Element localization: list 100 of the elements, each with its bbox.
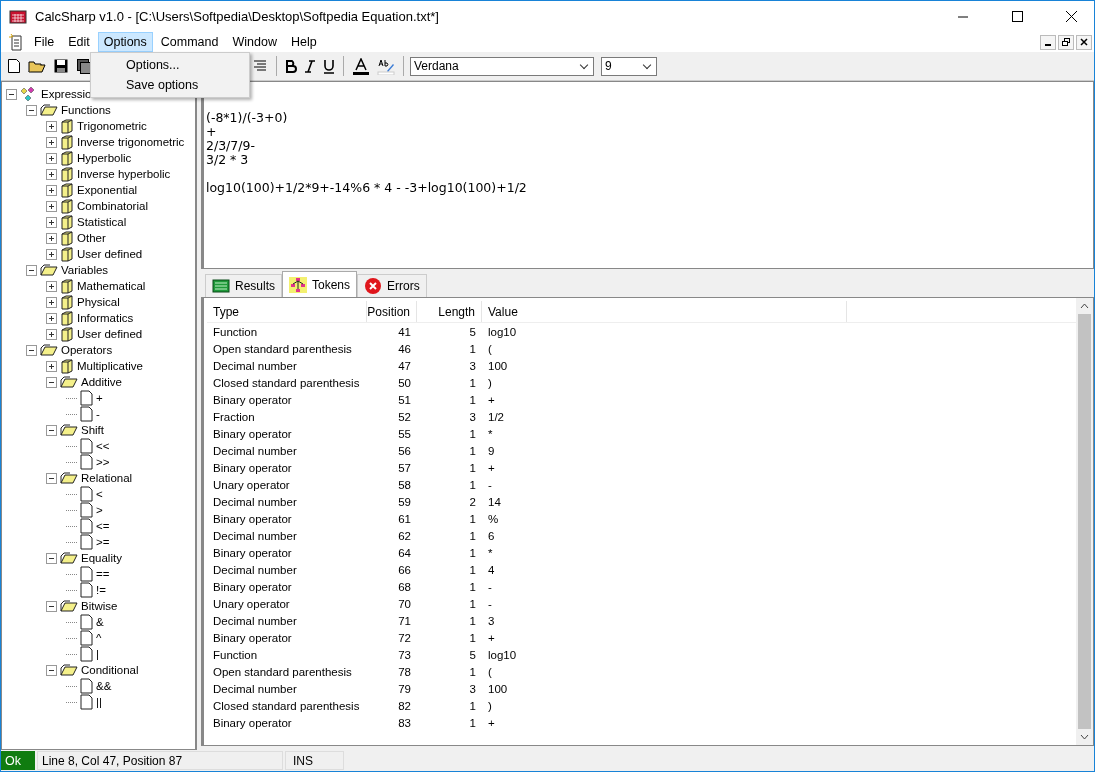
collapse-toggle[interactable] [26, 264, 37, 276]
editor-text[interactable]: (-8*1)/(-3+0) + 2/3/7/9- 3/2 * 3 log10(100)+1/2*9+-14%6 * 4 - -3+log10(100)+1/2 [201, 81, 1094, 269]
tree-item[interactable]: < [96, 488, 103, 500]
close-button[interactable] [1076, 34, 1092, 50]
tree-item[interactable]: Multiplicative [77, 360, 143, 372]
expand-toggle[interactable] [46, 232, 57, 244]
expand-toggle[interactable] [46, 328, 57, 340]
expand-toggle[interactable] [46, 296, 57, 308]
plus-icon [47, 217, 56, 227]
collapse-toggle[interactable] [46, 552, 57, 564]
tree-item[interactable]: >> [96, 456, 110, 468]
tree-item[interactable]: <= [96, 520, 110, 532]
tree-item[interactable]: Additive [81, 376, 122, 388]
tree-item[interactable]: Statistical [77, 216, 127, 228]
tree-item[interactable]: Mathematical [77, 280, 146, 292]
tab[interactable]: Errors [357, 274, 427, 297]
close-icon[interactable] [1065, 11, 1077, 22]
folder-icon [60, 214, 74, 230]
tree-item[interactable]: Functions [61, 104, 111, 116]
expand-toggle[interactable] [46, 360, 57, 372]
menu-option[interactable]: Options... [91, 55, 249, 75]
tree-item[interactable]: Inverse hyperbolic [77, 168, 171, 180]
tab[interactable]: Tokens [282, 271, 358, 297]
expand-toggle[interactable] [46, 312, 57, 324]
tree-item[interactable]: + [96, 392, 103, 404]
table-cell-text: 14 [487, 495, 502, 508]
tree-item[interactable]: Shift [81, 424, 104, 436]
tree-item[interactable]: Physical [77, 296, 120, 308]
expand-toggle[interactable] [46, 136, 57, 148]
tree-item[interactable]: Exponential [77, 184, 138, 196]
italic-icon[interactable] [302, 57, 318, 75]
maximize-icon[interactable] [1011, 11, 1023, 22]
column-header[interactable]: Value [482, 301, 847, 322]
tree-item[interactable]: Variables [61, 264, 109, 276]
menu-item[interactable]: Window [226, 32, 283, 52]
expand-toggle[interactable] [46, 280, 57, 292]
collapse-toggle[interactable] [46, 376, 57, 388]
new-file-icon[interactable] [5, 56, 23, 76]
collapse-toggle[interactable] [6, 88, 17, 100]
table-cell-text: log10 [487, 648, 518, 661]
expand-toggle[interactable] [46, 248, 57, 260]
tree-item[interactable]: Hyperbolic [77, 152, 132, 164]
tree-item[interactable]: << [96, 440, 110, 452]
expand-toggle[interactable] [46, 184, 57, 196]
collapse-toggle[interactable] [26, 104, 37, 116]
table-cell-text: 1 [468, 563, 477, 576]
restore-button[interactable] [1058, 34, 1074, 50]
expand-toggle[interactable] [46, 152, 57, 164]
tree-item[interactable]: || [96, 696, 102, 708]
minimize-button[interactable] [1040, 34, 1056, 50]
table-cell-text: Open standard parenthesis [212, 342, 353, 355]
tree-item[interactable]: Informatics [77, 312, 134, 324]
tree-item[interactable]: Inverse trigonometric [77, 136, 185, 148]
collapse-toggle[interactable] [46, 664, 57, 676]
collapse-toggle[interactable] [26, 344, 37, 356]
collapse-toggle[interactable] [46, 424, 57, 436]
tree-item[interactable]: Trigonometric [77, 120, 147, 132]
font-color-icon[interactable] [350, 55, 372, 77]
tree-item[interactable]: | [96, 648, 99, 660]
tree-item[interactable]: User defined [77, 328, 143, 340]
table-cell-text: 1 [468, 342, 477, 355]
scrollbar[interactable] [1076, 298, 1093, 745]
tree-item[interactable]: Other [77, 232, 106, 244]
tree-item[interactable]: == [96, 568, 110, 580]
tree-item[interactable]: & [96, 616, 104, 628]
tree-item[interactable]: Relational [81, 472, 133, 484]
menu-item[interactable]: Options [97, 32, 153, 52]
tab[interactable]: Results [205, 274, 282, 297]
menu-item[interactable]: Command [154, 32, 225, 52]
tree-item[interactable]: > [96, 504, 103, 516]
folder-icon [60, 294, 74, 310]
menu-item[interactable]: Edit [62, 32, 96, 52]
tree-item[interactable]: Operators [61, 344, 113, 356]
expand-toggle[interactable] [46, 168, 57, 180]
tree-item[interactable]: User defined [77, 248, 143, 260]
column-header[interactable]: Position [367, 301, 417, 322]
tree-item[interactable]: Equality [81, 552, 122, 564]
menu-item[interactable]: Help [284, 32, 323, 52]
font-dropdown[interactable]: Verdana [410, 56, 594, 76]
tree-item[interactable]: Expressio [41, 88, 92, 100]
font-size-dropdown[interactable]: 9 [601, 56, 657, 76]
tree-item[interactable]: Bitwise [81, 600, 118, 612]
collapse-toggle[interactable] [46, 600, 57, 612]
expand-toggle[interactable] [46, 216, 57, 228]
tree-item[interactable]: ^ [96, 632, 102, 644]
tree-item[interactable]: && [96, 680, 112, 692]
tree-item[interactable]: Conditional [81, 664, 139, 676]
menu-item[interactable]: File [28, 32, 61, 52]
tree-item[interactable]: - [96, 408, 100, 420]
column-header[interactable]: Type [207, 301, 367, 322]
bold-icon[interactable] [283, 57, 299, 75]
column-header[interactable]: Length [417, 301, 482, 322]
calculator-icon [9, 9, 27, 24]
collapse-toggle[interactable] [46, 472, 57, 484]
tree-item[interactable]: Combinatorial [77, 200, 148, 212]
tree-item[interactable]: >= [96, 536, 110, 548]
tree-item[interactable]: != [96, 584, 106, 596]
expand-toggle[interactable] [46, 120, 57, 132]
table-cell-text: 3 [468, 682, 477, 695]
expand-toggle[interactable] [46, 200, 57, 212]
